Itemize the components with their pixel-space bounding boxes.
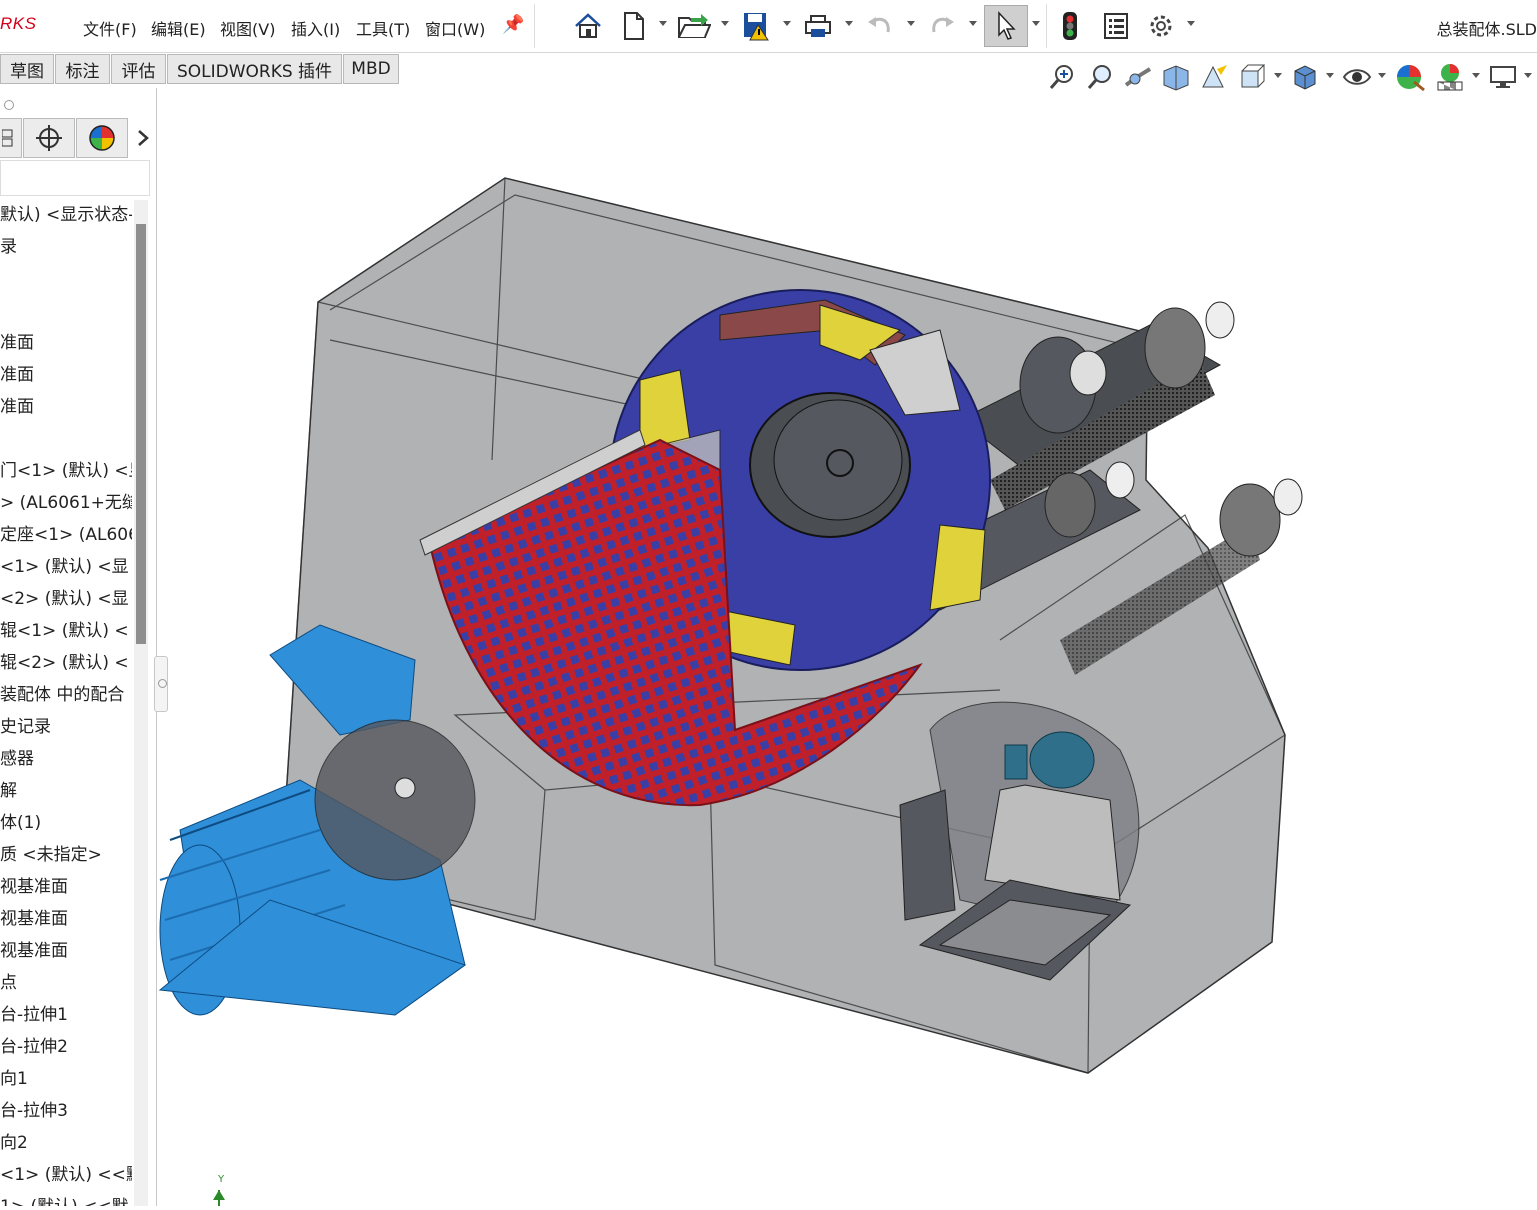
feature-tree-row[interactable]: 1> (默认) <<默: [0, 1192, 129, 1206]
tab-markup[interactable]: 标注: [55, 54, 110, 84]
feature-tree-row[interactable]: 装配体 中的配合: [0, 680, 124, 710]
feature-tree-row[interactable]: 点: [0, 968, 17, 998]
menu-bar: RKS 文件(F) 编辑(E) 视图(V) 插入(I) 工具(T) 窗口(W) …: [0, 0, 1537, 53]
feature-tree-row[interactable]: 体(1): [0, 808, 41, 838]
save-dropdown-icon[interactable]: [783, 21, 791, 26]
open-icon[interactable]: [676, 8, 712, 44]
dimxpert-tab-icon[interactable]: [23, 118, 75, 158]
feature-tree-row[interactable]: 解: [0, 776, 17, 806]
feature-tree-row[interactable]: 定座<1> (AL606: [0, 520, 132, 550]
toolbar-separator-2: [1046, 4, 1047, 48]
apply-scene-dropdown-icon[interactable]: [1472, 73, 1480, 78]
options-dropdown-icon[interactable]: [1187, 21, 1195, 26]
assembly-model-render: [158, 177, 1303, 1206]
feature-tree-row[interactable]: 准面: [0, 360, 34, 390]
feature-tree-row[interactable]: 史记录: [0, 712, 51, 742]
menu-edit[interactable]: 编辑(E): [151, 16, 206, 40]
home-icon[interactable]: [570, 8, 606, 44]
view-settings-dropdown-icon[interactable]: [1524, 73, 1532, 78]
redo-icon[interactable]: [924, 8, 960, 44]
feature-tree-row[interactable]: <1> (默认) <<默: [0, 1160, 132, 1190]
rebuild-traffic-light-icon[interactable]: [1052, 8, 1088, 44]
pin-icon[interactable]: 📌: [502, 14, 524, 35]
menu-insert[interactable]: 插入(I): [291, 16, 340, 40]
toolbar-separator: [534, 4, 535, 48]
tab-solidworks-addins[interactable]: SOLIDWORKS 插件: [167, 54, 342, 84]
display-manager-tab-icon[interactable]: [76, 118, 128, 158]
property-manager-tab-icon[interactable]: [0, 118, 22, 158]
undo-icon[interactable]: [862, 8, 898, 44]
feature-tree-row[interactable]: 台-拉伸3: [0, 1096, 68, 1126]
menu-tools[interactable]: 工具(T): [356, 16, 410, 40]
feature-tree-row[interactable]: 门<1> (默认) <显: [0, 456, 132, 486]
save-warning-icon[interactable]: [738, 8, 774, 44]
print-dropdown-icon[interactable]: [845, 21, 853, 26]
menu-view[interactable]: 视图(V): [220, 16, 275, 40]
feature-tree-row[interactable]: 准面: [0, 328, 34, 358]
menu-window[interactable]: 窗口(W): [425, 16, 485, 40]
feature-tree-row[interactable]: 感器: [0, 744, 34, 774]
select-cursor-icon[interactable]: [984, 5, 1028, 47]
feature-tree-row[interactable]: 辊<2> (默认) <: [0, 648, 129, 678]
graphics-viewport[interactable]: Y: [157, 88, 1537, 1206]
tree-scrollbar-thumb[interactable]: [136, 224, 146, 644]
tab-mbd[interactable]: MBD: [343, 54, 399, 84]
menu-file[interactable]: 文件(F): [83, 16, 137, 40]
feature-tree-row[interactable]: 视基准面: [0, 904, 68, 934]
feature-tree-row[interactable]: 默认) <显示状态-: [0, 200, 132, 230]
panel-tab-strip: [0, 118, 156, 158]
feature-tree-row[interactable]: 向1: [0, 1064, 28, 1094]
axis-triad: [213, 1190, 225, 1206]
feature-tree-row[interactable]: <2> (默认) <显: [0, 584, 129, 614]
hide-show-dropdown-icon[interactable]: [1378, 73, 1386, 78]
redo-dropdown-icon[interactable]: [969, 21, 977, 26]
more-tabs-chevron-icon[interactable]: [129, 118, 156, 158]
file-properties-icon[interactable]: [1098, 8, 1134, 44]
tab-sketch[interactable]: 草图: [0, 54, 54, 84]
options-gear-icon[interactable]: [1143, 8, 1179, 44]
feature-manager-panel: 默认) <显示状态- 录准面 准面 准面 门<1> (默认) <显 > (AL6061+无…: [0, 88, 157, 1206]
feature-tree-row[interactable]: 台-拉伸1: [0, 1000, 68, 1030]
feature-tree-row[interactable]: 视基准面: [0, 872, 68, 902]
new-doc-icon[interactable]: [616, 8, 652, 44]
undo-dropdown-icon[interactable]: [907, 21, 915, 26]
panel-collapse-dot-icon[interactable]: [4, 100, 14, 110]
feature-tree: 默认) <显示状态- 录准面 准面 准面 门<1> (默认) <显 > (AL6061+无…: [0, 200, 132, 1206]
feature-tree-row[interactable]: 台-拉伸2: [0, 1032, 68, 1062]
open-dropdown-icon[interactable]: [721, 21, 729, 26]
feature-tree-row[interactable]: 录: [0, 232, 17, 262]
feature-tree-row[interactable]: > (AL6061+无缝: [0, 488, 132, 518]
select-dropdown-icon[interactable]: [1032, 21, 1040, 26]
axis-y-label: Y: [218, 1174, 225, 1185]
feature-tree-row[interactable]: 辊<1> (默认) <: [0, 616, 129, 646]
feature-tree-row[interactable]: 向2: [0, 1128, 28, 1158]
feature-tree-row[interactable]: 视基准面: [0, 936, 68, 966]
print-icon[interactable]: [800, 8, 836, 44]
tab-evaluate[interactable]: 评估: [111, 54, 166, 84]
view-orientation-dropdown-icon[interactable]: [1274, 73, 1282, 78]
feature-tree-row[interactable]: 准面: [0, 392, 34, 422]
feature-tree-row[interactable]: 质 <未指定>: [0, 840, 102, 870]
feature-tree-row[interactable]: <1> (默认) <显: [0, 552, 129, 582]
document-title: 总装配体.SLD: [1436, 20, 1537, 39]
new-dropdown-icon[interactable]: [659, 21, 667, 26]
tree-filter-input[interactable]: [0, 160, 150, 196]
display-style-dropdown-icon[interactable]: [1326, 73, 1334, 78]
app-logo: RKS: [0, 14, 37, 33]
